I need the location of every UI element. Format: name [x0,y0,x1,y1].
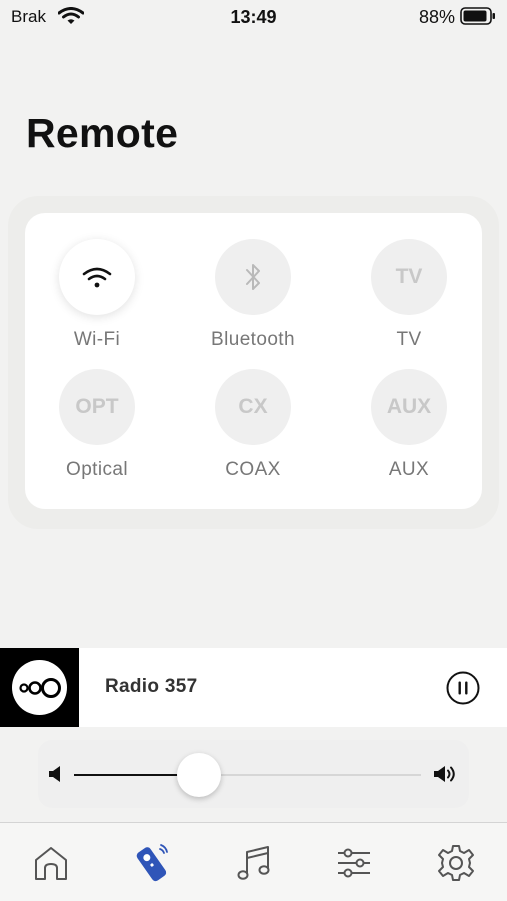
now-playing-bar[interactable]: Radio 357 [0,648,507,727]
remote-icon[interactable] [132,843,172,883]
source-tv-label: TV [396,329,422,350]
station-artwork [0,648,79,727]
station-logo-icon [19,678,61,698]
source-aux-label: AUX [388,459,430,480]
tv-glyph: TV [395,265,423,288]
gear-icon[interactable] [436,843,476,883]
battery-icon [460,7,495,25]
source-wifi[interactable]: Wi-Fi [32,239,162,351]
source-bluetooth-circle[interactable] [215,239,291,315]
volume-high-icon[interactable] [433,763,459,785]
aux-glyph: AUX [386,395,432,418]
source-coax-label: COAX [225,459,281,480]
source-aux[interactable]: AUX AUX [344,369,474,481]
source-wifi-label: Wi-Fi [73,329,121,350]
wifi-icon [82,267,112,288]
home-icon[interactable] [31,843,71,883]
source-coax-circle[interactable]: CX [215,369,291,445]
source-bluetooth-label: Bluetooth [211,329,295,350]
tab-bar [0,822,507,901]
source-aux-circle[interactable]: AUX [371,369,447,445]
volume-low-icon[interactable] [48,764,66,784]
source-tv[interactable]: TV TV [344,239,474,351]
source-coax[interactable]: CX COAX [188,369,318,481]
music-note-icon[interactable] [233,843,273,883]
volume-slider-knob[interactable] [176,753,221,797]
status-bar: Brak 13:49 88% [0,0,507,34]
optical-glyph: OPT [75,395,119,418]
source-optical-circle[interactable]: OPT [59,369,135,445]
bluetooth-icon [246,264,260,290]
pause-button[interactable] [446,671,480,705]
source-wifi-circle[interactable] [59,239,135,315]
battery-percent: 88% [418,7,455,27]
now-playing-title: Radio 357 [105,676,198,697]
source-optical-label: Optical [66,459,128,480]
source-optical[interactable]: OPT Optical [32,369,162,481]
sliders-icon[interactable] [334,843,374,883]
volume-slider-track[interactable] [74,774,421,776]
station-logo [12,660,67,715]
source-bluetooth[interactable]: Bluetooth [188,239,318,351]
coax-glyph: CX [238,395,268,418]
page-title: Remote [26,110,179,156]
source-tv-circle[interactable]: TV [371,239,447,315]
